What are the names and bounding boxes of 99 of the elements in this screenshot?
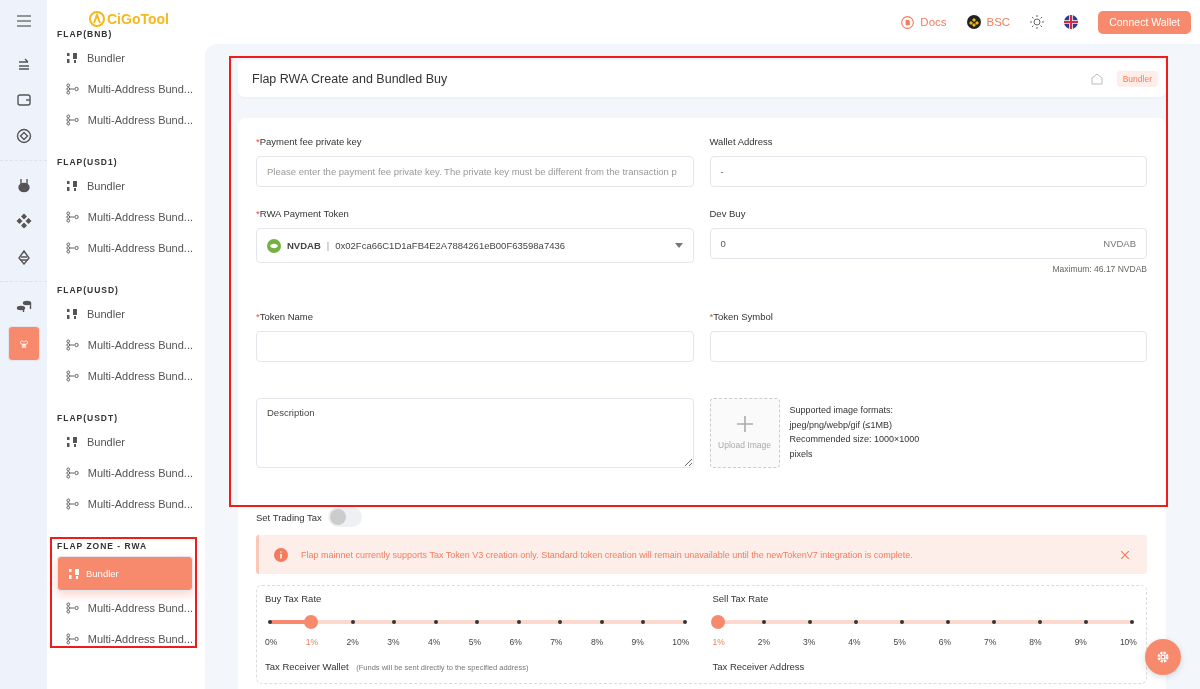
tick-label: 9% — [1074, 637, 1087, 647]
nodes-icon — [66, 339, 79, 351]
tick-label: 4% — [848, 637, 861, 647]
sidebar-item[interactable]: Multi-Address Bund... — [57, 234, 193, 262]
logo-icon — [89, 11, 105, 27]
plus-icon — [736, 416, 753, 432]
nodes-icon — [66, 114, 79, 126]
sidebar-item[interactable]: Multi-Address Bund... — [57, 459, 193, 487]
sidebar-item[interactable]: Bundler — [57, 428, 193, 456]
section-heading: FLAP(BNB) — [57, 28, 114, 41]
token-select[interactable]: NVDAB | 0x02Fca66C1D1aFB4E2A7884261eB00F63598a7436 — [256, 228, 694, 263]
logo-text: CiGoTool — [107, 11, 169, 27]
field-label: Wallet Address — [709, 136, 774, 149]
tick-label: 8% — [590, 637, 604, 647]
field-label: *Token Symbol — [709, 311, 774, 324]
sidebar-item[interactable]: Bundler — [57, 172, 193, 200]
sidebar-item[interactable]: Multi-Address Bund... — [57, 331, 193, 359]
field-label: Tax Receiver Address — [712, 661, 806, 674]
settings-icon — [1156, 650, 1170, 664]
tick-label: 3% — [803, 637, 816, 647]
close-icon[interactable] — [1121, 550, 1129, 559]
nodes-icon — [66, 370, 79, 382]
text-field[interactable] — [709, 331, 1147, 362]
wallet-icon — [15, 92, 32, 108]
section-heading: FLAP(UUSD) — [57, 284, 120, 297]
nodes-icon — [66, 242, 79, 254]
private-key-field[interactable]: Please enter the payment fee private key. The private key must be different from the transaction p — [256, 156, 694, 187]
field-label: *Payment fee private key — [256, 136, 363, 149]
section-heading: FLAP(USD1) — [57, 156, 119, 169]
tick-label: 2% — [346, 637, 359, 647]
sidebar-item[interactable]: Multi-Address Bund... — [57, 362, 193, 390]
caret-icon — [674, 243, 683, 248]
sidebar-item[interactable]: Bundler — [57, 300, 193, 328]
tag: Bundler — [1116, 70, 1158, 87]
tick-label: 10% — [672, 637, 690, 647]
menu-icon[interactable] — [16, 15, 31, 27]
tick-label: 3% — [387, 637, 400, 647]
upload-notes: Supported image formats: jpeg/png/webp/gif (≤1MB) Recommended size: 1000×1000 pixels — [789, 404, 920, 461]
description-field[interactable]: Description — [256, 398, 694, 468]
bundle-icon — [66, 52, 78, 64]
tick-label: 2% — [757, 637, 771, 647]
field-label: Dev Buy — [709, 208, 747, 221]
nodes-icon — [66, 83, 79, 95]
sidebar-item[interactable]: Multi-Address Bund... — [57, 75, 193, 103]
nodes-icon — [66, 467, 79, 479]
sun-icon[interactable] — [1030, 15, 1045, 29]
field-label: Buy Tax Rate — [265, 593, 323, 606]
sidebar-item[interactable]: Multi-Address Bund... — [57, 490, 193, 518]
wallet-address-field[interactable]: - — [709, 156, 1147, 187]
home-icon[interactable] — [1090, 72, 1103, 85]
pinecone-icon — [15, 249, 32, 265]
rabbit-icon — [15, 177, 32, 193]
bundle-icon — [66, 180, 78, 192]
token-logo-icon — [267, 238, 281, 253]
sidebar-item[interactable]: Multi-Address Bund... — [57, 106, 193, 134]
coins-icon — [15, 298, 32, 314]
field-label: *Token Name — [256, 311, 315, 324]
sidebar-item[interactable]: Multi-Address Bund... — [57, 594, 193, 622]
tick-label: 7% — [550, 637, 563, 647]
bundle-icon — [66, 308, 78, 320]
tick-label: 5% — [468, 637, 481, 647]
chain-logo-icon — [966, 15, 981, 29]
tick-label: 10% — [1119, 637, 1137, 647]
sidebar-item[interactable]: Multi-Address Bund... — [57, 203, 193, 231]
field-label: Set Trading Tax — [256, 511, 322, 523]
nodes-icon — [66, 498, 79, 510]
field-label: *RWA Payment Token — [256, 208, 350, 221]
flag-icon[interactable] — [1064, 15, 1079, 29]
info-icon — [274, 547, 288, 562]
nodes-icon — [66, 602, 79, 614]
tick-label: 5% — [893, 637, 906, 647]
bundle-icon — [68, 567, 80, 580]
section-heading: FLAP(USDT) — [57, 412, 119, 425]
bundle-icon — [66, 436, 78, 448]
sidebar-item[interactable]: Multi-Address Bund... — [57, 625, 193, 653]
tick-label: 0% — [265, 637, 278, 647]
slider-thumb[interactable] — [710, 615, 725, 629]
maximum-hint: Maximum: 46.17 NVDAB — [1052, 264, 1147, 274]
tick-label: 7% — [984, 637, 997, 647]
tick-label: 1% — [305, 637, 319, 647]
nodes-icon — [66, 633, 79, 645]
tick-label: 4% — [427, 637, 441, 647]
dev-buy-field[interactable]: 0 NVDAB — [709, 228, 1147, 259]
diamond-grid-icon — [15, 213, 32, 229]
sidebar-item[interactable]: Bundler — [57, 44, 193, 72]
tick-label: 8% — [1029, 637, 1042, 647]
field-label: Sell Tax Rate — [712, 593, 770, 606]
tick-label: 1% — [712, 637, 725, 647]
text-field[interactable] — [256, 331, 694, 362]
document-icon — [901, 15, 915, 29]
nodes-icon — [66, 211, 79, 223]
page-title: Flap RWA Create and Bundled Buy — [252, 71, 449, 86]
toggle-switch[interactable] — [327, 507, 362, 527]
tick-label: 6% — [509, 637, 522, 647]
tick-label: 9% — [631, 637, 644, 647]
slider-thumb[interactable] — [304, 615, 319, 629]
section-heading: FLAP ZONE - RWA — [57, 540, 149, 553]
tick-label: 6% — [938, 637, 952, 647]
alert-text: Flap mainnet currently supports Tax Token V3 creation only. Standard token creation will remain unavailable until the newTokenV7 integration is complete. — [301, 549, 914, 560]
